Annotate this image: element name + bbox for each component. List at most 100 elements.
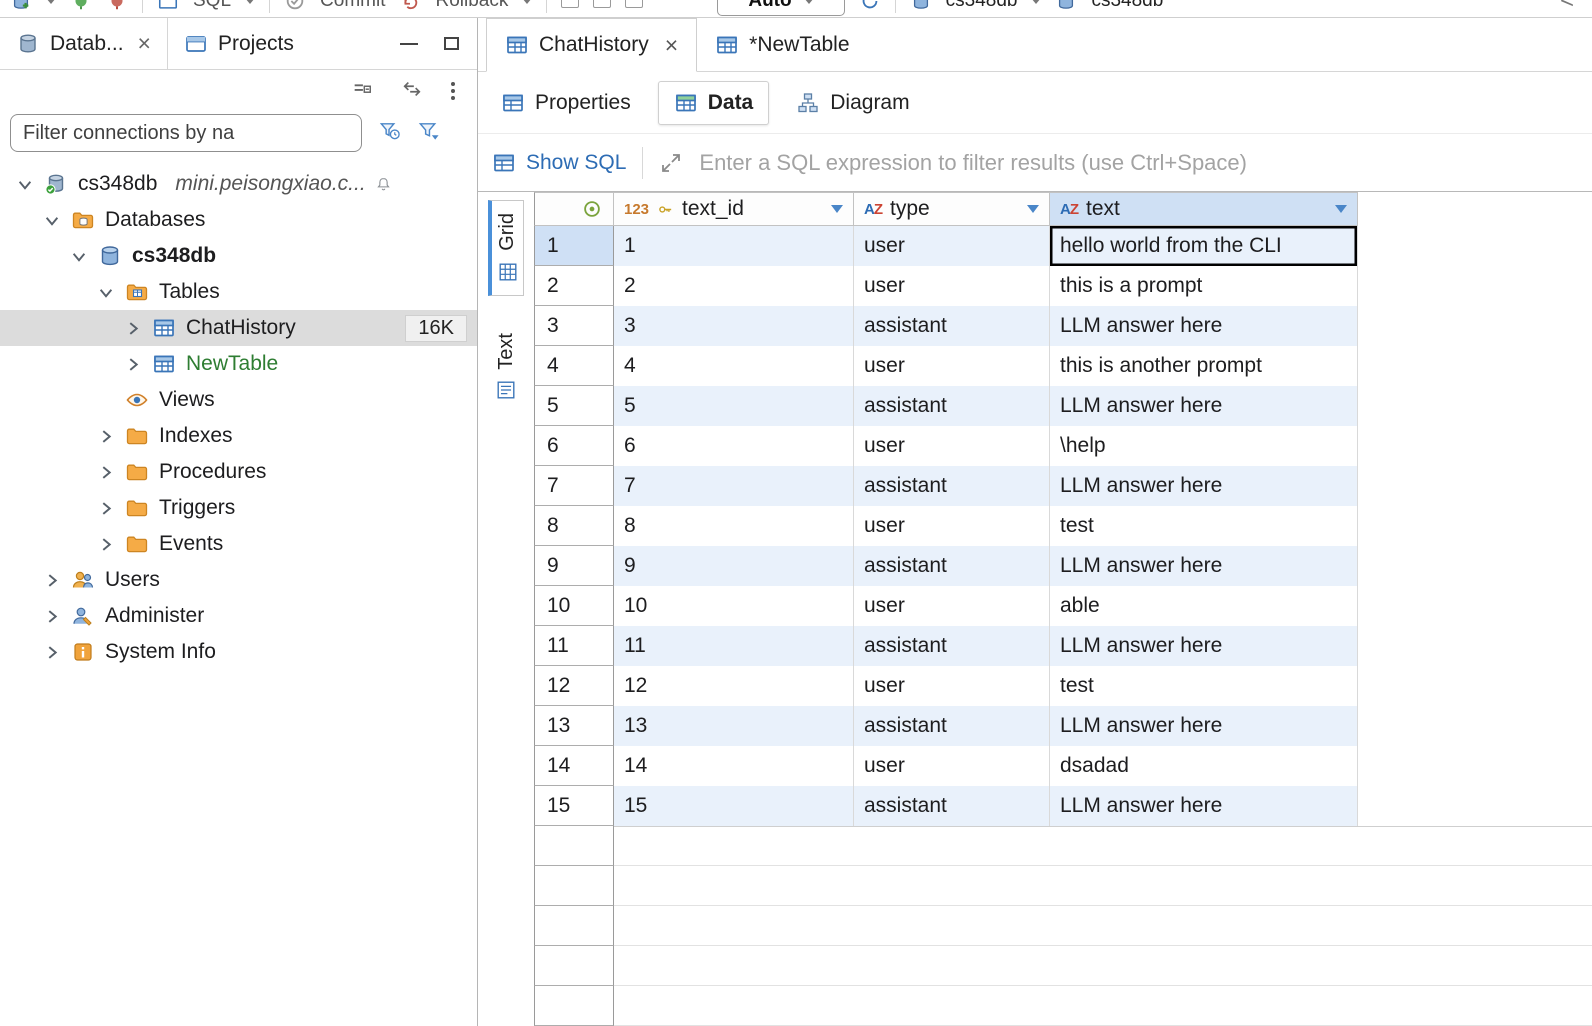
row-number[interactable]: 2 <box>534 266 614 306</box>
row-number-empty[interactable] <box>534 906 614 946</box>
cell-type[interactable]: user <box>854 426 1050 466</box>
editor-tab-newtable[interactable]: *NewTable <box>697 18 867 71</box>
cell-text[interactable]: this is another prompt <box>1050 346 1358 386</box>
column-menu-icon[interactable] <box>1027 205 1039 213</box>
cell-text[interactable]: LLM answer here <box>1050 546 1358 586</box>
row-number[interactable]: 11 <box>534 626 614 666</box>
cell-text[interactable]: this is a prompt <box>1050 266 1358 306</box>
chevron-right-icon[interactable] <box>122 357 144 372</box>
commit-button[interactable]: Commit <box>320 0 385 12</box>
close-icon[interactable]: × <box>138 32 151 55</box>
pin-icon[interactable] <box>561 0 579 8</box>
cell-text-id[interactable]: 13 <box>614 706 854 746</box>
overflow-menu-icon[interactable] <box>451 82 455 100</box>
cell-text[interactable]: LLM answer here <box>1050 706 1358 746</box>
cell-type[interactable]: assistant <box>854 706 1050 746</box>
chevron-down-icon[interactable] <box>72 245 87 267</box>
schema-selector[interactable]: cs348db <box>1091 0 1163 12</box>
tab-properties[interactable]: Properties <box>486 82 646 124</box>
cell-type[interactable]: user <box>854 506 1050 546</box>
minimize-icon[interactable] <box>400 43 418 45</box>
sql-editor-button[interactable]: SQL <box>193 0 231 12</box>
sql-filter-input[interactable] <box>699 134 1592 191</box>
column-header-type[interactable]: AZ type <box>854 192 1050 226</box>
chevron-right-icon[interactable] <box>41 609 63 624</box>
cell-type[interactable]: assistant <box>854 306 1050 346</box>
row-number-empty[interactable] <box>534 866 614 906</box>
tree-item-cs348db[interactable]: cs348db <box>0 238 477 274</box>
filter-connections-input[interactable] <box>10 114 362 152</box>
maximize-icon[interactable] <box>444 37 459 50</box>
chevron-down-icon[interactable] <box>18 173 33 195</box>
row-number[interactable]: 5 <box>534 386 614 426</box>
cell-text[interactable]: hello world from the CLI <box>1050 226 1358 266</box>
new-connection-icon[interactable] <box>10 0 32 12</box>
cell-type[interactable]: assistant <box>854 786 1050 826</box>
cell-text[interactable]: able <box>1050 586 1358 626</box>
cell-type[interactable]: assistant <box>854 626 1050 666</box>
chevron-right-icon[interactable] <box>95 537 117 552</box>
cell-text[interactable]: LLM answer here <box>1050 466 1358 506</box>
column-header-text[interactable]: AZ text <box>1050 192 1358 226</box>
row-number-empty[interactable] <box>534 826 614 866</box>
chevron-down-icon[interactable] <box>45 209 60 231</box>
show-sql-button[interactable]: Show SQL <box>492 151 626 175</box>
tree-item-administer[interactable]: Administer <box>0 598 477 634</box>
commit-icon[interactable] <box>284 0 306 12</box>
filter-history-icon[interactable] <box>378 119 401 147</box>
cell-text-id[interactable]: 9 <box>614 546 854 586</box>
grid-corner-cell[interactable] <box>534 192 614 226</box>
cell-text-id[interactable]: 4 <box>614 346 854 386</box>
chevron-right-icon[interactable] <box>95 501 117 516</box>
connection-selector[interactable]: cs348db <box>946 0 1018 12</box>
cell-type[interactable]: user <box>854 346 1050 386</box>
tree-item-tables[interactable]: Tables <box>0 274 477 310</box>
cell-text-id[interactable]: 1 <box>614 226 854 266</box>
editor-tab-chathistory[interactable]: ChatHistory × <box>486 18 697 72</box>
filter-settings-icon[interactable] <box>417 119 440 147</box>
row-number[interactable]: 3 <box>534 306 614 346</box>
row-number[interactable]: 7 <box>534 466 614 506</box>
tree-item-users[interactable]: Users <box>0 562 477 598</box>
grid-empty-row[interactable] <box>534 906 1592 946</box>
cell-type[interactable]: user <box>854 746 1050 786</box>
tree-item-databases[interactable]: Databases <box>0 202 477 238</box>
rollback-icon[interactable] <box>399 0 421 12</box>
cell-text[interactable]: dsadad <box>1050 746 1358 786</box>
close-icon[interactable]: × <box>665 34 678 57</box>
back-button[interactable]: < <box>1560 0 1582 15</box>
grid-empty-row[interactable] <box>534 986 1592 1026</box>
chevron-right-icon[interactable] <box>41 645 63 660</box>
cell-text-id[interactable]: 5 <box>614 386 854 426</box>
row-number-empty[interactable] <box>534 986 614 1026</box>
column-menu-icon[interactable] <box>831 205 843 213</box>
cell-type[interactable]: user <box>854 226 1050 266</box>
cell-text-id[interactable]: 3 <box>614 306 854 346</box>
column-menu-icon[interactable] <box>1335 205 1347 213</box>
cell-text[interactable]: LLM answer here <box>1050 786 1358 826</box>
column-header-text-id[interactable]: 123 text_id <box>614 192 854 226</box>
cell-text-id[interactable]: 10 <box>614 586 854 626</box>
panel-toggle-icon[interactable] <box>625 0 643 8</box>
row-number[interactable]: 14 <box>534 746 614 786</box>
text-view-button[interactable]: Text <box>490 320 523 415</box>
grid-view-button[interactable]: Grid <box>488 200 524 296</box>
cell-text[interactable]: test <box>1050 666 1358 706</box>
cell-text-id[interactable]: 2 <box>614 266 854 306</box>
tree-item-triggers[interactable]: Triggers <box>0 490 477 526</box>
cell-text-id[interactable]: 14 <box>614 746 854 786</box>
grid-empty-row[interactable] <box>534 826 1592 866</box>
tree-item-procedures[interactable]: Procedures <box>0 454 477 490</box>
tree-item-views[interactable]: Views <box>0 382 477 418</box>
cell-text[interactable]: LLM answer here <box>1050 306 1358 346</box>
tree-item-chathistory[interactable]: ChatHistory16K <box>0 310 477 346</box>
chevron-right-icon[interactable] <box>95 465 117 480</box>
cell-text-id[interactable]: 8 <box>614 506 854 546</box>
cell-type[interactable]: assistant <box>854 546 1050 586</box>
cell-text-id[interactable]: 12 <box>614 666 854 706</box>
tab-data[interactable]: Data <box>658 81 770 125</box>
tree-item-system-info[interactable]: System Info <box>0 634 477 670</box>
cell-text-id[interactable]: 11 <box>614 626 854 666</box>
row-number[interactable]: 9 <box>534 546 614 586</box>
transaction-mode-select[interactable]: Auto <box>717 0 844 16</box>
